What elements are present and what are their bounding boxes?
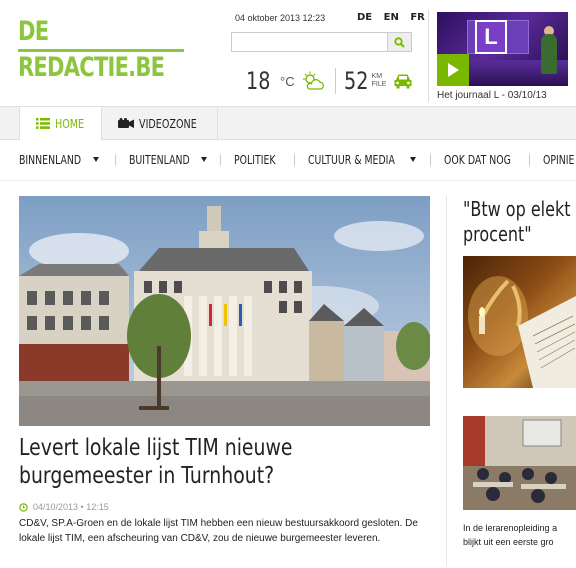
town-square-photo [19,196,430,426]
weather-traffic-widget[interactable]: 18 °C 52 KM FILE [246,66,414,96]
side-article-description: In de lerarenopleiding a blijkt uit een … [463,521,576,549]
tab-home-label: HOME [55,116,85,131]
nav-label: POLITIEK [234,153,276,167]
classroom-photo [463,416,576,510]
nav-item-opinie[interactable]: OPINIE [543,150,576,170]
video-thumbnail[interactable]: L [437,12,568,86]
nav-label: BUITENLAND [129,153,190,167]
play-button[interactable] [437,54,469,86]
nav-item-binnenland[interactable]: BINNENLAND [19,150,99,170]
search-box [231,32,412,53]
traffic-km-value: 52 [343,67,369,95]
traffic-unit-km: KM [371,73,383,80]
clock-icon [19,502,28,512]
lang-fr-link[interactable]: FR [410,12,425,23]
nav-item-buitenland[interactable]: BUITENLAND [129,150,207,170]
current-datetime: 04 oktober 2013 12:23 [235,13,326,23]
nav-item-cultuur-media[interactable]: CULTUUR & MEDIA [308,150,419,170]
side-title-line: "Btw op elekt [463,197,571,221]
nav-separator [220,154,221,166]
traffic-km-label: KM FILE [372,73,387,89]
nav-label: OPINIE [543,153,575,167]
temperature-value: 18 [246,67,271,95]
chandelier-photo [468,276,576,388]
side-desc-line: blijkt uit een eerste gro [463,537,554,547]
tab-videozone[interactable]: VIDEOZONE [102,106,218,141]
main-article-image[interactable] [19,196,430,426]
nav-label: BINNENLAND [19,153,82,167]
site-logo[interactable]: DE REDACTIE.BE [18,18,186,82]
dropdown-arrow-icon [410,157,416,162]
search-button[interactable] [387,33,411,51]
car-icon [394,74,412,89]
temperature-unit: °C [280,73,295,89]
list-icon [36,118,50,129]
nav-label: OOK DAT NOG [444,153,511,167]
presenter [541,34,557,74]
main-tabbar: HOME VIDEOZONE [0,106,576,141]
main-article-description: CD&V, SP.A-Groen en de lokale lijst TIM … [19,518,418,544]
dropdown-arrow-icon [93,157,99,162]
main-article-date: 04/10/2013 • 12:15 [33,502,109,512]
logo-text-de: DE [18,16,49,47]
traffic-unit-file: FILE [371,81,387,88]
nav-item-ook-dat-nog[interactable]: OOK DAT NOG [444,150,530,170]
side-article-image-2[interactable] [463,416,576,510]
tab-videozone-label: VIDEOZONE [139,116,197,131]
side-title-line: procent" [463,222,532,246]
language-switcher: DE EN FR [357,12,433,23]
logo-text-redactie: REDACTIE.BE [18,52,165,83]
nav-separator [529,154,530,166]
side-article-title[interactable]: "Btw op elekt procent" [463,197,576,247]
nav-separator [430,154,431,166]
video-caption[interactable]: Het journaal L - 03/10/13 [437,90,547,101]
weather-separator [334,68,336,94]
search-input[interactable] [232,34,384,53]
column-divider [446,196,447,566]
main-article-meta: 04/10/2013 • 12:15 [19,502,109,512]
nav-bottom-border [0,180,576,181]
side-desc-line: In de lerarenopleiding a [463,523,558,533]
nav-separator [294,154,295,166]
play-icon [448,63,459,77]
side-article-image[interactable] [463,256,576,388]
header-divider [428,10,429,102]
search-icon [394,36,405,48]
dropdown-arrow-icon [201,157,207,162]
nav-separator [115,154,116,166]
tab-home[interactable]: HOME [19,106,102,141]
camera-icon [118,118,134,128]
nav-label: CULTUUR & MEDIA [308,153,395,167]
lang-de-link[interactable]: DE [357,12,372,23]
nav-item-politiek[interactable]: POLITIEK [234,150,287,170]
journaal-logo: L [475,20,507,54]
lang-en-link[interactable]: EN [384,12,399,23]
main-article-title[interactable]: Levert lokale lijst TIM nieuwe burgemees… [19,434,372,490]
partly-sunny-icon [302,71,324,90]
